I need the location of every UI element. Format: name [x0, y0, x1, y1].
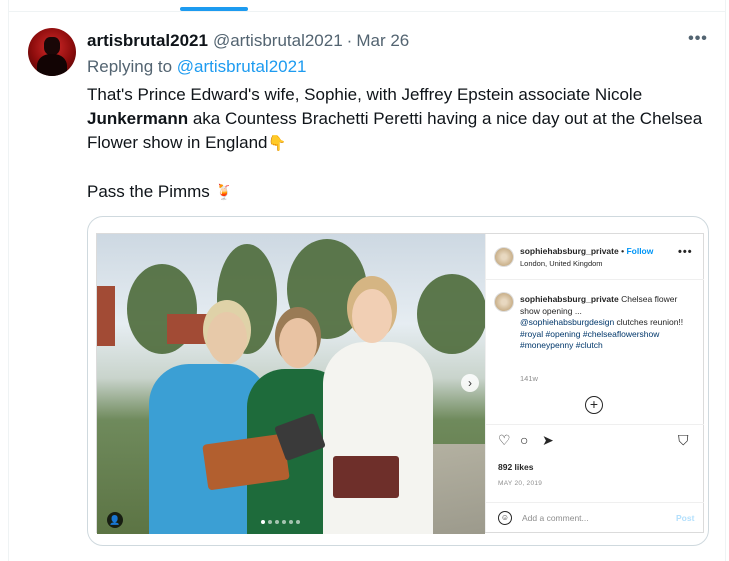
tweet-header: artisbrutal2021 @artisbrutal2021 · Mar 2… — [87, 30, 409, 52]
replying-to: Replying to @artisbrutal2021 — [87, 57, 307, 77]
instagram-screenshot: › 👤 sophiehabsburg_private • Follow Lond… — [96, 233, 704, 534]
bookmark-icon[interactable]: ⛉ — [678, 433, 689, 447]
emoji-icon[interactable]: ☺ — [498, 511, 512, 525]
tweet-line-2: Pass the Pimms 🍹 — [87, 180, 707, 204]
separator-dot: • — [621, 246, 625, 256]
active-tab-indicator — [180, 7, 248, 11]
event-photo: › 👤 — [97, 234, 485, 534]
tweet-media[interactable]: › 👤 sophiehabsburg_private • Follow Lond… — [87, 216, 709, 546]
instagram-username[interactable]: sophiehabsburg_private — [520, 246, 619, 256]
tweet-text: That's Prince Edward's wife, Sophie, wit… — [87, 83, 707, 204]
caption-age: 141w — [520, 374, 538, 383]
caption-avatar[interactable] — [494, 292, 514, 312]
tweet-date[interactable]: Mar 26 — [356, 31, 409, 51]
person-head — [279, 318, 317, 368]
avatar[interactable] — [28, 28, 76, 76]
instagram-caption: sophiehabsburg_private Chelsea flower sh… — [520, 294, 696, 352]
instagram-username-row: sophiehabsburg_private • Follow — [520, 246, 653, 256]
display-name[interactable]: artisbrutal2021 — [87, 31, 208, 51]
tweet-text-line2: Pass the Pimms — [87, 182, 210, 201]
comment-icon[interactable]: ○ — [520, 433, 528, 447]
divider — [8, 11, 726, 12]
instagram-avatar[interactable] — [494, 247, 514, 267]
clutch-bag — [333, 456, 399, 498]
more-options-icon[interactable]: ••• — [678, 246, 693, 258]
replying-prefix: Replying to — [87, 57, 173, 76]
separator-dot: · — [346, 31, 353, 50]
likes-count[interactable]: 892 likes — [498, 462, 533, 472]
instagram-header: sophiehabsburg_private • Follow London, … — [486, 234, 704, 280]
follow-button[interactable]: Follow — [626, 246, 653, 256]
pointing-down-icon: 👇 — [267, 135, 287, 152]
post-button[interactable]: Post — [676, 513, 694, 523]
replying-to-link[interactable]: @artisbrutal2021 — [177, 57, 307, 76]
next-image-icon[interactable]: › — [461, 374, 479, 392]
instagram-sidebar: sophiehabsburg_private • Follow London, … — [485, 234, 704, 532]
caption-username[interactable]: sophiehabsburg_private — [520, 294, 619, 304]
add-icon[interactable]: + — [585, 396, 603, 414]
comment-bar: ☺ Add a comment... Post — [486, 502, 704, 532]
avatar-silhouette-body — [37, 54, 67, 76]
share-icon[interactable]: ➤ — [542, 433, 554, 447]
tree — [417, 274, 485, 354]
instagram-location[interactable]: London, United Kingdom — [520, 259, 603, 268]
caption-mention[interactable]: @sophiehabsburgdesign — [520, 317, 614, 327]
more-options-icon[interactable]: ••• — [686, 30, 710, 50]
tweet-text-part1: That's Prince Edward's wife, Sophie, wit… — [87, 85, 643, 104]
like-icon[interactable]: ♡ — [498, 433, 511, 447]
person-head — [207, 312, 247, 364]
tweet-text-bold: Junkermann — [87, 109, 189, 128]
cocktail-icon: 🍹 — [214, 184, 234, 201]
person-white-outfit — [323, 342, 433, 534]
person-head — [352, 289, 392, 343]
caption-hashtags[interactable]: #royal #opening #chelseaflowershow #mone… — [520, 329, 659, 351]
caption-text-rest: clutches reunion!! — [614, 317, 684, 327]
post-date: MAY 20, 2019 — [498, 480, 543, 487]
carousel-dots — [261, 520, 300, 524]
user-handle[interactable]: @artisbrutal2021 — [213, 31, 343, 51]
brick-building — [97, 286, 115, 346]
avatar-silhouette-head — [44, 37, 60, 55]
comment-input[interactable]: Add a comment... — [522, 513, 589, 523]
instagram-actions: ♡ ○ ➤ ⛉ — [486, 424, 704, 452]
user-tag-icon[interactable]: 👤 — [107, 512, 123, 528]
